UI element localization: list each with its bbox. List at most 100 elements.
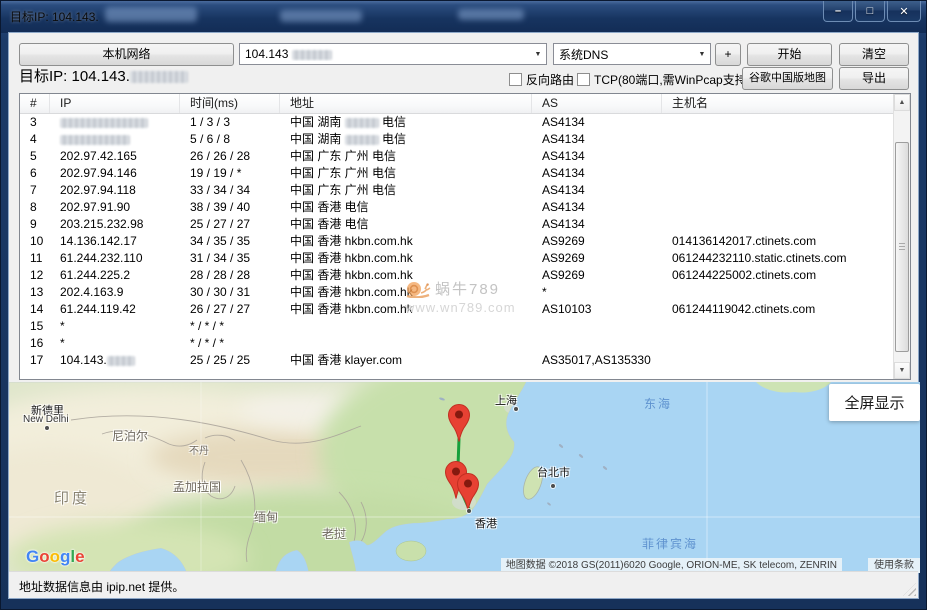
resize-grip[interactable]	[903, 583, 916, 596]
table-row[interactable]: 13202.4.163.930 / 30 / 31中国 香港 hkbn.com.…	[20, 284, 910, 301]
table-row[interactable]: 5202.97.42.16526 / 26 / 28中国 广东 广州 电信AS4…	[20, 148, 910, 165]
table-row[interactable]: 1261.244.225.228 / 28 / 28中国 香港 hkbn.com…	[20, 267, 910, 284]
checkbox-icon[interactable]	[577, 73, 590, 86]
redacted-blur	[345, 135, 379, 145]
clear-button[interactable]: 清空	[839, 43, 909, 66]
reverse-route-checkbox[interactable]: 反向路由	[509, 71, 574, 88]
status-bar: 地址数据信息由 ipip.net 提供。	[9, 571, 918, 598]
table-cell-ip: 14.136.142.17	[50, 233, 180, 250]
target-ip-value: 104.143	[240, 47, 530, 61]
map-canvas[interactable]	[9, 382, 920, 573]
table-cell-addr	[280, 335, 532, 352]
table-row[interactable]: 9203.215.232.9825 / 27 / 27中国 香港 电信AS413…	[20, 216, 910, 233]
fullscreen-button[interactable]: 全屏显示	[829, 384, 920, 421]
table-cell-time: 25 / 25 / 25	[180, 352, 280, 369]
table-cell-ip: 202.97.94.118	[50, 182, 180, 199]
status-text: 地址数据信息由 ipip.net 提供。	[19, 578, 184, 595]
table-cell-addr: 中国 广东 广州 电信	[280, 182, 532, 199]
target-ip-combobox[interactable]: 104.143 ▼	[239, 43, 547, 65]
table-cell-asn: AS4134	[532, 148, 662, 165]
google-logo-letter: g	[60, 547, 70, 566]
table-cell-time: 25 / 27 / 27	[180, 216, 280, 233]
google-logo[interactable]: Google	[26, 547, 85, 567]
table-row[interactable]: 1461.244.119.4226 / 27 / 27中国 香港 hkbn.co…	[20, 301, 910, 318]
table-row[interactable]: 1161.244.232.11031 / 34 / 35中国 香港 hkbn.c…	[20, 250, 910, 267]
google-logo-letter: o	[39, 547, 49, 566]
table-cell-asn: AS4134	[532, 165, 662, 182]
table-cell-time: 33 / 34 / 34	[180, 182, 280, 199]
titlebar[interactable]: 目标IP: 104.143. – □ ✕	[1, 1, 926, 33]
table-row[interactable]: 7202.97.94.11833 / 34 / 34中国 广东 广州 电信AS4…	[20, 182, 910, 199]
redacted-blur	[107, 356, 135, 366]
maximize-button[interactable]: □	[855, 1, 885, 22]
table-cell-addr: 中国 香港 hkbn.com.hk	[280, 267, 532, 284]
table-cell-time: 5 / 6 / 8	[180, 131, 280, 148]
column-header[interactable]: #	[20, 94, 50, 113]
column-header[interactable]: 主机名	[662, 94, 911, 113]
table-cell-host	[662, 352, 911, 369]
column-header[interactable]: 地址	[280, 94, 532, 113]
table-row[interactable]: 17104.143.25 / 25 / 25中国 香港 klayer.comAS…	[20, 352, 910, 369]
table-cell-addr	[280, 318, 532, 335]
table-row[interactable]: 15** / * / *	[20, 318, 910, 335]
table-cell-ip: 61.244.119.42	[50, 301, 180, 318]
google-china-map-button[interactable]: 谷歌中国版地图	[742, 67, 833, 90]
scroll-up-button[interactable]: ▲	[894, 94, 910, 111]
table-cell-time: 19 / 19 / *	[180, 165, 280, 182]
close-button[interactable]: ✕	[887, 1, 921, 22]
table-cell-host	[662, 199, 911, 216]
table-cell-asn: AS9269	[532, 250, 662, 267]
table-cell-hop: 17	[20, 352, 50, 369]
table-cell-host	[662, 165, 911, 182]
table-cell-addr: 中国 香港 hkbn.com.hk	[280, 250, 532, 267]
table-cell-hop: 4	[20, 131, 50, 148]
table-cell-host	[662, 318, 911, 335]
column-header[interactable]: AS	[532, 94, 662, 113]
chevron-down-icon[interactable]: ▼	[530, 51, 546, 58]
table-row[interactable]: 6202.97.94.14619 / 19 / *中国 广东 广州 电信AS41…	[20, 165, 910, 182]
table-cell-ip: 203.215.232.98	[50, 216, 180, 233]
table-cell-time: 1 / 3 / 3	[180, 114, 280, 131]
table-cell-hop: 9	[20, 216, 50, 233]
table-cell-asn: AS4134	[532, 216, 662, 233]
chevron-down-icon[interactable]: ▼	[694, 51, 710, 58]
table-cell-ip: 202.97.91.90	[50, 199, 180, 216]
table-header[interactable]: #IP时间(ms)地址AS主机名	[20, 94, 910, 114]
tcp-checkbox[interactable]: TCP(80端口,需WinPcap支持)	[577, 71, 751, 88]
add-button[interactable]: +	[715, 43, 741, 66]
table-cell-host	[662, 335, 911, 352]
table-row[interactable]: 31 / 3 / 3中国 湖南 电信AS4134	[20, 114, 910, 131]
export-button[interactable]: 导出	[839, 67, 909, 90]
minimize-icon: –	[835, 5, 841, 17]
table-cell-hop: 6	[20, 165, 50, 182]
table-cell-addr: 中国 香港 klayer.com	[280, 352, 532, 369]
redacted-blur	[280, 10, 362, 22]
minimize-button[interactable]: –	[823, 1, 853, 22]
column-header[interactable]: 时间(ms)	[180, 94, 280, 113]
table-cell-addr: 中国 广东 广州 电信	[280, 148, 532, 165]
scrollbar-thumb[interactable]	[895, 142, 909, 352]
vertical-scrollbar[interactable]: ▲ ▼	[893, 94, 910, 379]
scroll-down-button[interactable]: ▼	[894, 362, 910, 379]
redacted-blur	[105, 7, 197, 22]
table-row[interactable]: 1014.136.142.1734 / 35 / 35中国 香港 hkbn.co…	[20, 233, 910, 250]
start-button[interactable]: 开始	[747, 43, 832, 66]
reverse-route-label: 反向路由	[526, 71, 574, 88]
table-cell-asn	[532, 318, 662, 335]
table-row[interactable]: 45 / 6 / 8中国 湖南 电信AS4134	[20, 131, 910, 148]
table-row[interactable]: 16** / * / *	[20, 335, 910, 352]
tcp-label: TCP(80端口,需WinPcap支持)	[594, 71, 751, 88]
table-cell-asn	[532, 335, 662, 352]
table-cell-hop: 7	[20, 182, 50, 199]
table-body: 31 / 3 / 3中国 湖南 电信AS413445 / 6 / 8中国 湖南 …	[20, 114, 910, 369]
map-panel[interactable]: 新德里New Delhi尼泊尔不丹孟加拉国印度缅甸老挝上海东海台北市香港菲律宾海…	[9, 382, 920, 573]
column-header[interactable]: IP	[50, 94, 180, 113]
table-cell-host	[662, 148, 911, 165]
table-cell-asn: AS9269	[532, 233, 662, 250]
table-row[interactable]: 8202.97.91.9038 / 39 / 40中国 香港 电信AS4134	[20, 199, 910, 216]
table-cell-host	[662, 284, 911, 301]
local-network-button[interactable]: 本机网络	[19, 43, 234, 66]
checkbox-icon[interactable]	[509, 73, 522, 86]
table-cell-time: * / * / *	[180, 318, 280, 335]
dns-combobox[interactable]: 系统DNS ▼	[553, 43, 711, 65]
